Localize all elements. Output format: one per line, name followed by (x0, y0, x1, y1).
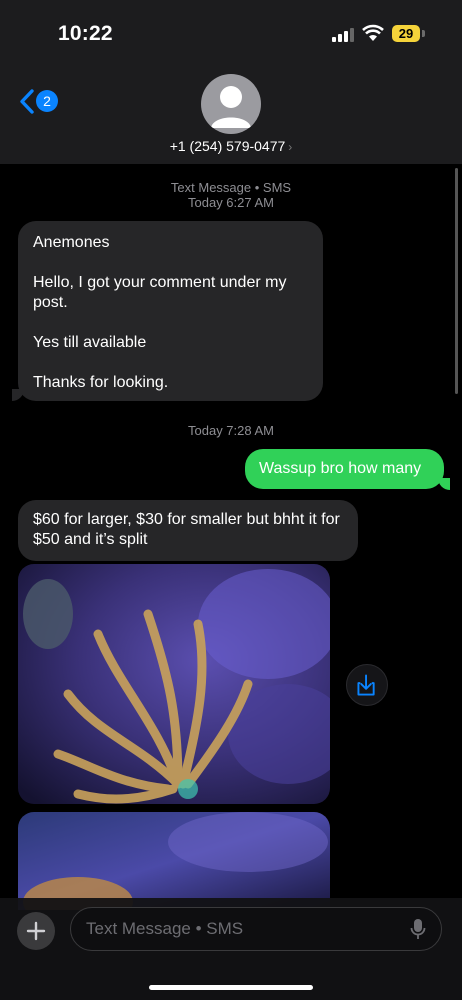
incoming-message[interactable]: Anemones Hello, I got your comment under… (18, 221, 323, 401)
timestamp: Today 6:27 AM (188, 195, 274, 210)
message-line: Hello, I got your comment under my post. (33, 274, 287, 311)
timestamp-header: Text Message • SMS Today 6:27 AM (0, 180, 462, 210)
battery-icon: 29 (392, 25, 420, 42)
message-line: Yes till available (33, 334, 147, 351)
contact-avatar[interactable] (201, 74, 261, 134)
apps-button[interactable] (17, 912, 55, 950)
unread-badge[interactable]: 2 (36, 90, 58, 112)
incoming-message[interactable]: $60 for larger, $30 for smaller but bhht… (18, 500, 358, 561)
service-label: Text Message • SMS (170, 180, 292, 195)
outgoing-message[interactable]: Wassup bro how many (245, 449, 444, 489)
message-line: Anemones (33, 234, 110, 251)
person-icon (211, 86, 251, 128)
message-line: Thanks for looking. (33, 374, 169, 391)
status-bar: 10:22 29 (0, 0, 462, 64)
microphone-icon[interactable] (410, 918, 426, 940)
contact-name[interactable]: +1 (254) 579-0477 › (0, 138, 462, 154)
signal-icon (332, 28, 354, 42)
anemone-photo[interactable] (18, 812, 330, 910)
status-time: 10:22 (58, 22, 113, 45)
download-icon (357, 674, 375, 696)
contact-number[interactable]: +1 (254) 579-0477 (170, 138, 286, 154)
conversation-header: 2 +1 (254) 579-0477 › (0, 64, 462, 164)
anemone-image (18, 564, 330, 804)
message-input-placeholder[interactable]: Text Message • SMS (86, 919, 243, 939)
download-button[interactable] (346, 664, 388, 706)
anemone-image (18, 812, 330, 910)
contact-chevron-icon: › (288, 140, 293, 154)
anemone-photo[interactable] (18, 564, 330, 804)
home-indicator[interactable] (149, 985, 313, 990)
wifi-icon (362, 24, 384, 41)
timestamp: Today 7:28 AM (188, 423, 274, 438)
battery-tip (422, 30, 425, 37)
plus-icon (26, 921, 46, 941)
